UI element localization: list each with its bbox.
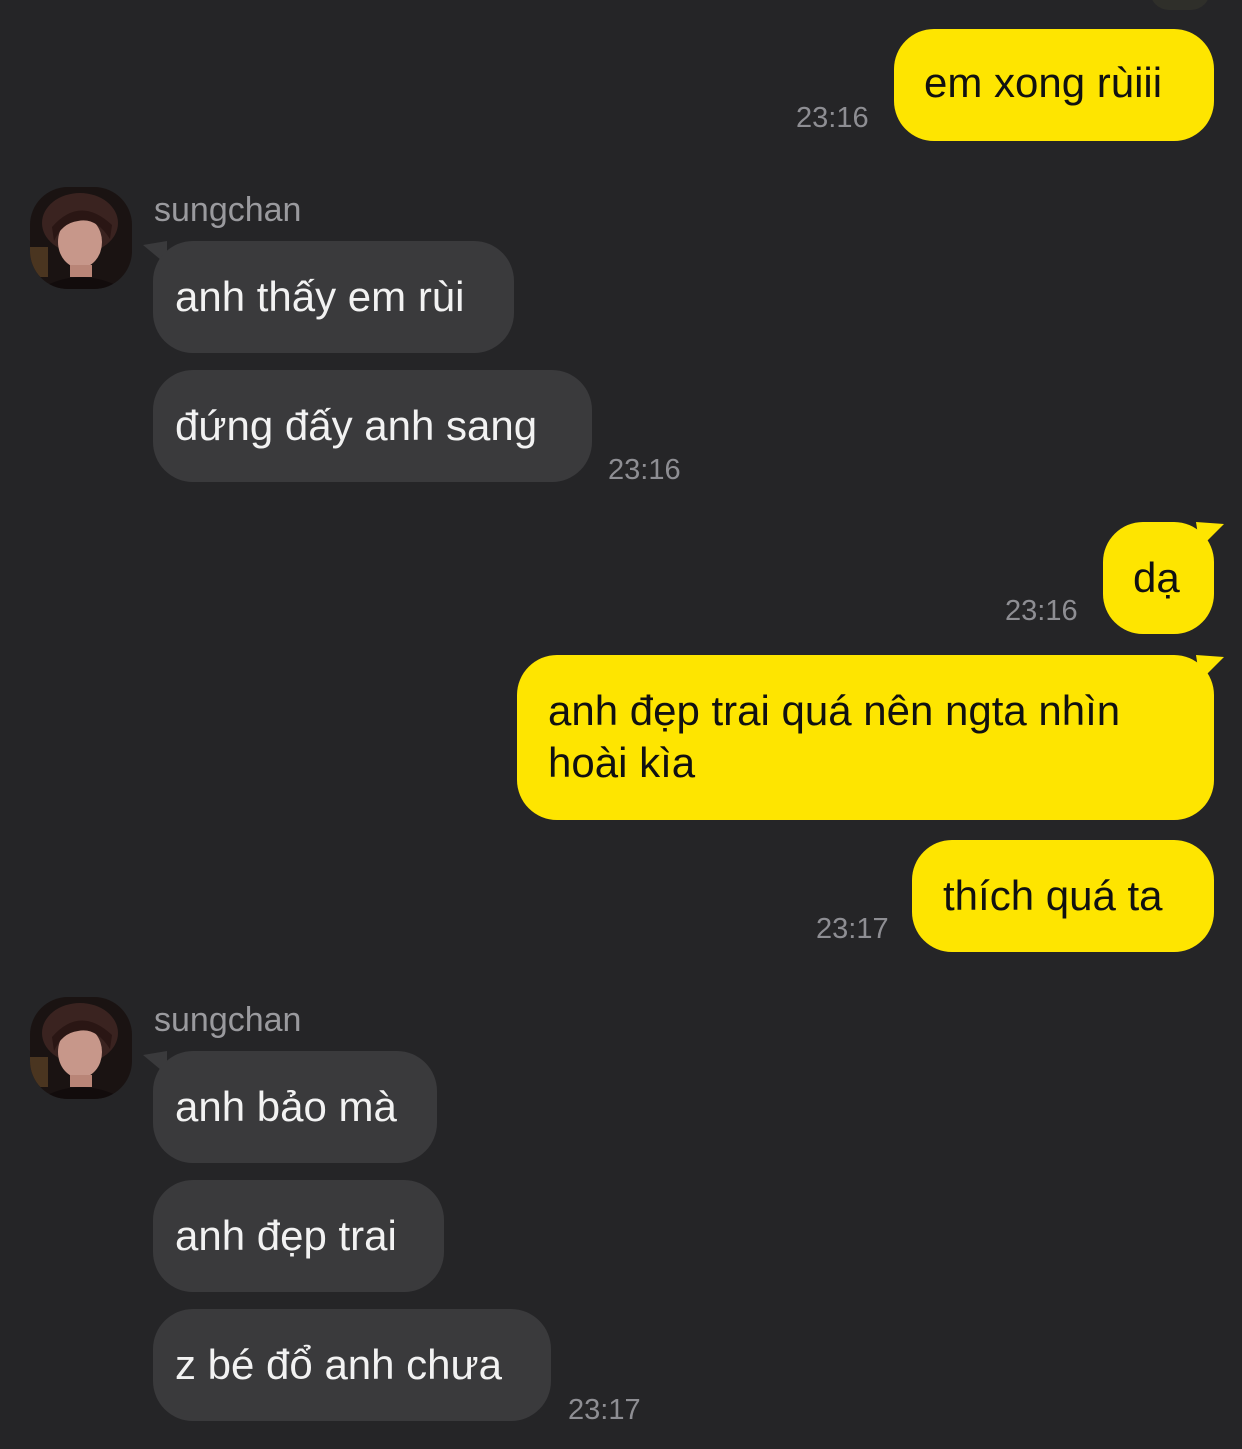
chat-area[interactable]: 23:16 em xong rùiii sungchan anh thấy em…: [0, 0, 1242, 1449]
avatar[interactable]: [30, 187, 132, 289]
avatar[interactable]: [30, 997, 132, 1099]
outgoing-message-bubble[interactable]: em xong rùiii: [894, 29, 1214, 141]
message-text: z bé đổ anh chưa: [175, 1341, 503, 1388]
message-text: em xong rùiii: [924, 59, 1163, 106]
message-text: dạ: [1133, 554, 1180, 601]
outgoing-message-bubble[interactable]: thích quá ta: [912, 840, 1214, 952]
message-text: thích quá ta: [943, 872, 1163, 919]
message-time: 23:17: [816, 913, 889, 945]
message-text: anh thấy em rùi: [175, 273, 465, 320]
message-time: 23:16: [1005, 595, 1078, 627]
scrolled-avatar-edge: [1150, 0, 1210, 10]
incoming-message-bubble[interactable]: anh thấy em rùi: [153, 241, 514, 353]
message-text: anh đẹp trai: [175, 1212, 397, 1259]
message-text: anh bảo mà: [175, 1083, 397, 1130]
avatar-image: [30, 997, 132, 1099]
sender-name: sungchan: [154, 191, 302, 229]
incoming-message-bubble[interactable]: anh đẹp trai: [153, 1180, 444, 1292]
message-time: 23:16: [796, 102, 869, 134]
outgoing-message-bubble[interactable]: dạ: [1103, 522, 1214, 634]
incoming-message-bubble[interactable]: z bé đổ anh chưa: [153, 1309, 551, 1421]
message-time: 23:16: [608, 454, 681, 486]
outgoing-message-bubble[interactable]: anh đẹp trai quá nên ngta nhìn hoài kìa: [517, 655, 1214, 820]
message-time: 23:17: [568, 1394, 641, 1426]
avatar-image: [30, 187, 132, 289]
message-text-line: anh đẹp trai quá nên ngta nhìn: [548, 687, 1121, 734]
incoming-message-bubble[interactable]: đứng đấy anh sang: [153, 370, 592, 482]
sender-name: sungchan: [154, 1001, 302, 1039]
message-text-line: hoài kìa: [548, 739, 696, 786]
incoming-message-bubble[interactable]: anh bảo mà: [153, 1051, 437, 1163]
message-text: đứng đấy anh sang: [175, 402, 538, 449]
